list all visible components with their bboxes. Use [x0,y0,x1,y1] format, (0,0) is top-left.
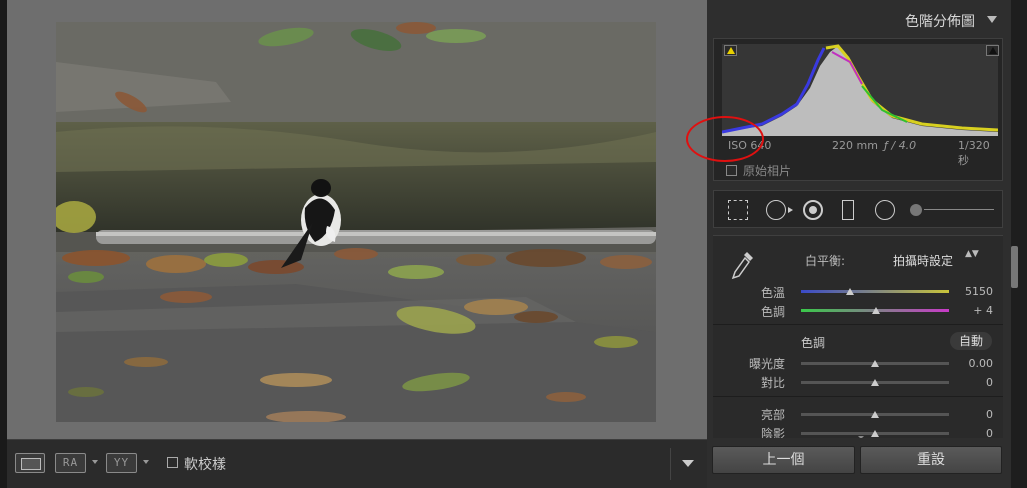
panel-scroll-indicator-icon [858,436,864,438]
soft-proofing-checkbox[interactable] [167,457,178,468]
original-photo-label: 原始相片 [743,164,792,178]
contrast-slider[interactable] [801,379,949,386]
temp-label: 色溫 [760,286,785,300]
adjustment-brush-slider[interactable] [924,209,994,210]
spot-removal-icon[interactable] [766,200,786,220]
histogram-title: 色階分佈圖 [905,14,975,30]
highlight-clipping-icon[interactable] [986,45,999,56]
before-after-tb-menu-icon[interactable] [143,460,149,464]
red-eye-correction-icon[interactable] [803,200,823,220]
histogram-graph [721,44,999,136]
section-divider [713,396,1003,397]
temp-value[interactable]: 5150 [965,285,993,298]
exposure-label: 曝光度 [748,357,785,371]
crop-overlay-icon[interactable] [728,200,748,220]
basic-panel: 白平衡: 拍攝時設定 ▲▼ 色溫 5150 色調 + 4 色調 自動 曝光度 0… [713,235,1003,438]
photo-preview[interactable] [56,22,656,422]
spot-removal-arrow-icon [788,207,793,213]
white-balance-select[interactable]: 拍攝時設定 [893,252,953,269]
shadows-label: 陰影 [760,427,785,438]
shadows-value[interactable]: 0 [986,427,993,438]
tint-slider[interactable] [801,307,949,314]
tint-value[interactable]: + 4 [973,304,993,317]
histogram[interactable]: ISO 640 220 mm ƒ / 4.0 1/320 秒 原始相片 [713,38,1003,181]
exif-aperture: ƒ / 4.0 [884,139,917,152]
iso-annotation-circle [686,116,764,162]
white-balance-eyedropper-icon[interactable] [731,250,755,280]
exif-focal-length: 220 mm [832,139,878,152]
tone-section-title: 色調 [801,336,826,350]
photo-image [56,22,656,422]
highlights-slider[interactable] [801,411,949,418]
panel-scrollbar-thumb[interactable] [1011,246,1018,288]
toolbar-options-chevron-down-icon[interactable] [682,460,694,467]
left-panel-edge [0,0,7,488]
tint-label: 色調 [760,305,785,319]
highlights-value[interactable]: 0 [986,408,993,421]
contrast-label: 對比 [760,376,785,390]
exposure-value[interactable]: 0.00 [969,357,994,370]
image-viewer: RA YY 軟校樣 [0,0,707,488]
before-after-lr-menu-icon[interactable] [92,460,98,464]
before-after-tb-button[interactable]: YY [106,453,137,473]
previous-settings-button[interactable]: 上一個 [712,446,855,474]
adjustment-brush-icon[interactable] [910,204,922,216]
toolbar-divider [670,448,671,480]
loupe-view-button[interactable] [15,453,45,473]
reset-button[interactable]: 重設 [860,446,1002,474]
contrast-value[interactable]: 0 [986,376,993,389]
histogram-header[interactable]: 色階分佈圖 [707,0,1011,36]
white-balance-label: 白平衡: [805,254,846,268]
before-after-lr-button[interactable]: RA [55,453,86,473]
highlights-slider-thumb[interactable] [871,411,879,418]
tint-slider-thumb[interactable] [872,307,881,314]
soft-proofing-label: 軟校樣 [184,457,226,473]
histogram-curve [721,44,999,136]
develop-panel: 色階分佈圖 ISO 640 220 mm ƒ / 4.0 1/320 秒 原始相… [707,0,1011,488]
exif-shutter-speed: 1/320 秒 [958,139,990,167]
original-photo-checkbox[interactable] [726,165,737,176]
radial-filter-icon[interactable] [875,200,895,220]
panel-scrollbar-track[interactable] [1011,0,1027,488]
highlights-label: 亮部 [760,408,785,422]
exposure-slider[interactable] [801,360,949,367]
exposure-slider-thumb[interactable] [871,360,879,367]
collapse-triangle-icon[interactable] [987,16,997,23]
shadows-slider[interactable] [801,430,949,437]
tool-strip [713,190,1003,228]
auto-tone-button[interactable]: 自動 [950,332,992,350]
shadow-clipping-icon[interactable] [724,45,737,56]
white-balance-select-arrows-icon[interactable]: ▲▼ [965,250,979,259]
bottom-toolbar: RA YY 軟校樣 [7,439,707,488]
contrast-slider-thumb[interactable] [871,379,879,386]
temp-slider[interactable] [801,288,949,295]
graduated-filter-icon[interactable] [842,200,854,220]
temp-slider-thumb[interactable] [845,288,854,295]
shadows-slider-thumb[interactable] [871,430,879,437]
section-divider [713,324,1003,325]
